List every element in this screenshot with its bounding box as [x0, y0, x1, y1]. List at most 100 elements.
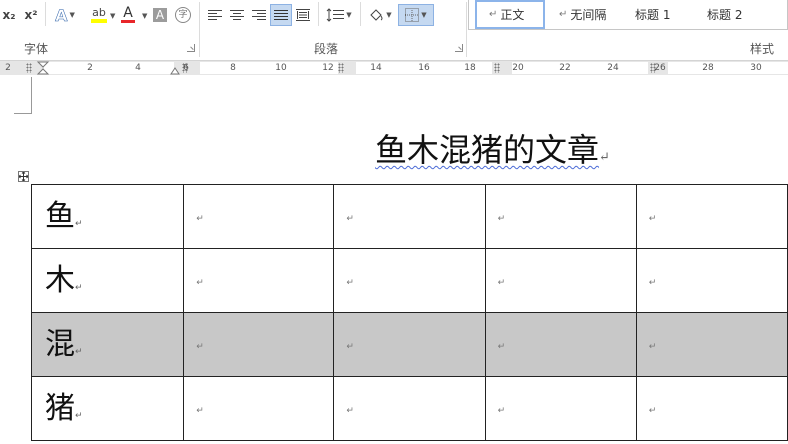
table-cell[interactable]: ↵ [333, 312, 486, 377]
justify-button[interactable] [270, 4, 292, 26]
table-cell[interactable]: ↵ [183, 376, 335, 441]
paragraph-mark: ↵ [497, 405, 506, 416]
paragraph-mark: ↵ [346, 405, 354, 416]
align-left-icon [208, 10, 222, 20]
paint-bucket-icon [370, 9, 383, 21]
chevron-down-icon[interactable]: ▼ [110, 12, 115, 20]
document-table[interactable]: 鱼↵ ↵ ↵ ↵ ↵ 木↵ ↵ ↵ ↵ ↵ 混↵ ↵ ↵ ↵ ↵ 猪↵ ↵ ↵ … [30, 184, 788, 441]
row-label: 鱼 [45, 198, 75, 234]
subscript-button[interactable]: x₂ [0, 4, 18, 26]
ruler-number: 4 [135, 63, 141, 73]
ruler-number: 30 [750, 63, 762, 73]
line-spacing-icon [326, 8, 345, 22]
ruler-number: 14 [370, 63, 382, 73]
ruler-column-marker[interactable] [338, 63, 344, 73]
chevron-down-icon: ▼ [346, 11, 352, 19]
ruler-column-marker[interactable] [494, 63, 500, 73]
ruler-number: 26 [654, 63, 666, 73]
text-effects-button[interactable]: A ▼ [50, 4, 80, 26]
table-cell[interactable]: ↵ [183, 248, 335, 313]
style-no-spacing[interactable]: ↵ 无间隔 [557, 0, 629, 29]
align-right-button[interactable] [250, 4, 268, 26]
paragraph-mark: ↵ [497, 277, 506, 288]
table-cell[interactable]: ↵ [635, 376, 788, 441]
table-cell[interactable]: ↵ [484, 376, 637, 441]
ruler-cell-area [668, 62, 788, 74]
paragraph-mark: ↵ [196, 405, 204, 416]
return-icon: ↵ [559, 9, 568, 20]
paragraph-mark: ↵ [196, 341, 204, 352]
table-cell[interactable]: ↵ [484, 184, 637, 249]
table-cell[interactable]: ↵ [484, 248, 637, 313]
style-heading-1[interactable]: 标题 1 [635, 0, 705, 29]
table-cell[interactable]: 猪↵ [30, 376, 185, 441]
table-row: 鱼↵ ↵ ↵ ↵ ↵ [30, 184, 788, 249]
ruler-number: 10 [275, 63, 287, 73]
document-title[interactable]: 鱼木混猪的文章↵ [375, 130, 610, 178]
table-cell[interactable]: ↵ [635, 248, 788, 313]
style-heading-2[interactable]: 标题 2 [707, 0, 777, 29]
text-effects-icon: A [55, 5, 68, 25]
paragraph-dialog-launcher[interactable] [455, 44, 463, 52]
table-cell[interactable]: ↵ [333, 376, 486, 441]
ruler-number: 12 [322, 63, 334, 73]
character-shading-button[interactable]: A [152, 4, 168, 26]
ruler-number: 18 [464, 63, 476, 73]
styles-group-label: 样式 [750, 42, 775, 56]
character-shading-icon: A [153, 8, 167, 22]
distributed-icon [296, 9, 310, 21]
align-center-button[interactable] [228, 4, 246, 26]
table-cell[interactable]: 木↵ [30, 248, 185, 313]
distributed-button[interactable] [294, 4, 312, 26]
table-cell[interactable]: ↵ [183, 312, 335, 377]
style-no-spacing-label: 无间隔 [570, 8, 607, 22]
indent-marker-icon[interactable] [36, 61, 50, 75]
table-cell[interactable]: ↵ [635, 312, 788, 377]
style-normal-label: 正文 [500, 8, 525, 22]
superscript-button[interactable]: x² [22, 4, 40, 26]
paragraph-mark: ↵ [75, 410, 83, 421]
font-color-button[interactable]: A [118, 4, 138, 26]
row-label: 猪 [45, 390, 75, 426]
style-normal[interactable]: ↵ 正文 [475, 0, 545, 29]
align-left-button[interactable] [206, 4, 224, 26]
right-indent-marker-icon[interactable] [170, 66, 180, 75]
document-title-text: 鱼木混猪的文章 [375, 131, 600, 169]
table-row-shaded: 混↵ ↵ ↵ ↵ ↵ [30, 312, 788, 377]
chevron-down-icon[interactable]: ▼ [142, 12, 147, 20]
table-cell[interactable]: ↵ [333, 248, 486, 313]
paragraph-mark: ↵ [599, 150, 610, 165]
horizontal-ruler[interactable]: 2 2 4 6 8 10 12 14 16 18 20 22 24 26 28 … [0, 61, 788, 75]
style-heading-1-label: 标题 1 [635, 8, 671, 22]
paragraph-mark: ↵ [648, 341, 657, 352]
ruler-number: 22 [559, 63, 571, 73]
chevron-down-icon: ▼ [69, 11, 75, 19]
table-cell[interactable]: ↵ [635, 184, 788, 249]
table-cell[interactable]: 鱼↵ [30, 184, 185, 249]
ruler-number: 20 [512, 63, 524, 73]
table-cell[interactable]: ↵ [183, 184, 335, 249]
ruler-number: 6 [183, 63, 189, 73]
paragraph-mark: ↵ [346, 213, 354, 224]
shading-button[interactable]: ▼ [366, 4, 394, 26]
table-cell[interactable]: ↵ [333, 184, 486, 249]
ruler-column-marker[interactable] [26, 63, 32, 73]
divider [360, 2, 361, 26]
paragraph-mark: ↵ [346, 277, 354, 288]
font-color-icon: A [123, 5, 133, 21]
enclose-characters-icon: 字 [175, 7, 191, 23]
line-spacing-button[interactable]: ▼ [324, 4, 354, 26]
paragraph-mark: ↵ [648, 405, 657, 416]
font-dialog-launcher[interactable] [187, 44, 195, 52]
enclose-characters-button[interactable]: 字 [174, 4, 192, 26]
table-move-handle[interactable] [18, 171, 29, 182]
table-cell[interactable]: ↵ [484, 312, 637, 377]
font-group-label: 字体 [24, 42, 49, 56]
ribbon: x₂ x² A ▼ ab ▼ A ▼ A 字 字体 ▼ ▼ ▼ 段落 ↵ 正文 … [0, 0, 788, 61]
paragraph-mark: ↵ [75, 346, 83, 357]
borders-icon [405, 8, 420, 22]
borders-button[interactable]: ▼ [398, 4, 434, 26]
table-cell[interactable]: 混↵ [30, 312, 185, 377]
paragraph-group-label: 段落 [314, 42, 339, 56]
table-row: 木↵ ↵ ↵ ↵ ↵ [30, 248, 788, 313]
